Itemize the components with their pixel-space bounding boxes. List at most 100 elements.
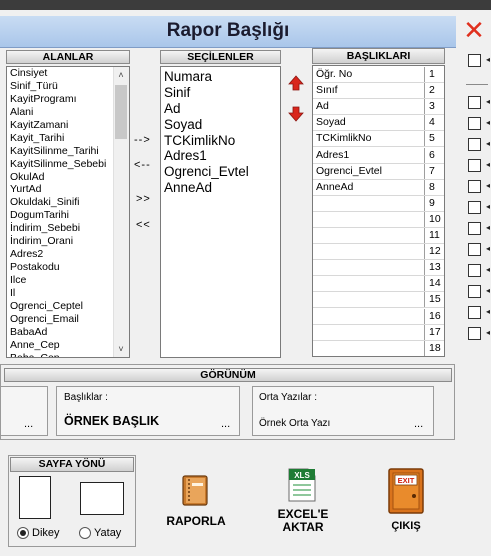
secilenler-listbox[interactable]: Numara Sinif Ad Soyad TCKimlikNo Adres1 Ogrenc… xyxy=(160,66,281,358)
dikey-radio[interactable] xyxy=(17,527,29,539)
heading-name-cell[interactable] xyxy=(313,244,425,260)
heading-name-cell[interactable]: Soyad xyxy=(313,115,425,131)
move-down-icon[interactable] xyxy=(288,106,304,122)
heading-name-cell[interactable] xyxy=(313,195,425,211)
move-up-icon[interactable] xyxy=(288,75,304,91)
heading-name-cell[interactable] xyxy=(313,228,425,244)
heading-name-cell[interactable] xyxy=(313,276,425,292)
heading-name-cell[interactable]: Sınıf xyxy=(313,83,425,99)
secilenler-item[interactable]: Numara xyxy=(161,69,280,85)
secilenler-item[interactable]: Sinif xyxy=(161,85,280,101)
row-checkbox[interactable] xyxy=(468,201,481,214)
table-row[interactable]: TCKimlikNo 5 xyxy=(313,131,444,148)
table-row[interactable]: Sınıf 2 xyxy=(313,83,444,100)
row-checkbox[interactable] xyxy=(468,264,481,277)
heading-name-cell[interactable]: Ogrenci_Evtel xyxy=(313,163,425,179)
alanlar-item[interactable]: Ilce xyxy=(7,274,129,287)
heading-name-cell[interactable]: Adres1 xyxy=(313,147,425,163)
secilenler-item[interactable]: AnneAd xyxy=(161,180,280,196)
row-checkbox[interactable] xyxy=(468,243,481,256)
alanlar-item[interactable]: Sinif_Türü xyxy=(7,80,129,93)
secilenler-item[interactable]: Adres1 xyxy=(161,148,280,164)
heading-name-cell[interactable]: Ad xyxy=(313,99,425,115)
alanlar-item[interactable]: Anne_Cep xyxy=(7,339,129,352)
left-ellipsis-button[interactable]: ... xyxy=(24,418,33,430)
heading-name-cell[interactable]: Öğr. No xyxy=(313,67,425,83)
alanlar-item[interactable]: YurtAd xyxy=(7,183,129,196)
alanlar-listbox[interactable]: Cinsiyet Sinif_Türü KayitProgramı Alani Kayi… xyxy=(6,66,130,358)
secilenler-item[interactable]: Soyad xyxy=(161,117,280,133)
table-row[interactable]: Adres1 6 xyxy=(313,147,444,164)
row-checkbox[interactable] xyxy=(468,306,481,319)
table-row[interactable]: 11 xyxy=(313,228,444,245)
scroll-down-icon[interactable]: ˅ xyxy=(115,343,127,355)
basliklar-ellipsis-button[interactable]: ... xyxy=(221,418,230,430)
table-row[interactable]: 16 xyxy=(313,308,444,325)
heading-name-cell[interactable] xyxy=(313,340,425,356)
heading-name-cell[interactable]: AnneAd xyxy=(313,179,425,195)
table-row[interactable]: Soyad 4 xyxy=(313,115,444,132)
raporla-button[interactable]: RAPORLA xyxy=(160,472,232,532)
row-checkbox[interactable] xyxy=(468,222,481,235)
alanlar-item[interactable]: Ogrenci_Email xyxy=(7,313,129,326)
secilenler-item[interactable]: TCKimlikNo xyxy=(161,133,280,149)
alanlar-item[interactable]: BabaAd xyxy=(7,326,129,339)
alanlar-item[interactable]: Baba_Cep xyxy=(7,352,129,357)
row-checkbox[interactable] xyxy=(468,138,481,151)
basliklari-grid[interactable]: Öğr. No 1 Sınıf 2 Ad 3 Soyad 4 TCKimlikNo 5 Adres1… xyxy=(312,65,445,357)
move-all-right-button[interactable]: >> xyxy=(136,193,151,205)
table-row[interactable]: 18 xyxy=(313,340,444,356)
table-row[interactable]: 10 xyxy=(313,211,444,228)
move-all-left-button[interactable]: << xyxy=(136,219,151,231)
landscape-page-icon[interactable] xyxy=(80,482,124,515)
close-icon[interactable]: ✕ xyxy=(462,17,486,43)
move-left-button[interactable]: <-- xyxy=(134,159,151,171)
scroll-up-icon[interactable]: ˄ xyxy=(115,69,127,81)
row-checkbox[interactable] xyxy=(468,180,481,193)
alanlar-scrollbar[interactable]: ˄ ˅ xyxy=(113,67,129,357)
table-row[interactable]: 9 xyxy=(313,195,444,212)
table-row[interactable]: 12 xyxy=(313,244,444,261)
alanlar-item[interactable]: Okuldaki_Sinifi xyxy=(7,196,129,209)
heading-name-cell[interactable] xyxy=(313,324,425,340)
heading-name-cell[interactable]: TCKimlikNo xyxy=(313,131,425,147)
alanlar-item[interactable]: İndirim_Sebebi xyxy=(7,222,129,235)
table-row[interactable]: Ogrenci_Evtel 7 xyxy=(313,163,444,180)
heading-name-cell[interactable] xyxy=(313,260,425,276)
alanlar-item[interactable]: Postakodu xyxy=(7,261,129,274)
table-row[interactable]: Ad 3 xyxy=(313,99,444,116)
alanlar-item[interactable]: KayitZamani xyxy=(7,119,129,132)
alanlar-item[interactable]: Adres2 xyxy=(7,248,129,261)
row-checkbox[interactable] xyxy=(468,327,481,340)
table-row[interactable]: 13 xyxy=(313,260,444,277)
cikis-button[interactable]: EXIT ÇIKIŞ xyxy=(378,466,434,536)
heading-name-cell[interactable] xyxy=(313,211,425,227)
excel-aktar-button[interactable]: XLS EXCEL'E AKTAR xyxy=(266,466,340,536)
table-row[interactable]: 17 xyxy=(313,324,444,341)
alanlar-item[interactable]: OkulAd xyxy=(7,171,129,184)
table-row[interactable]: 15 xyxy=(313,292,444,309)
row-checkbox[interactable] xyxy=(468,54,481,67)
orta-yazilar-ellipsis-button[interactable]: ... xyxy=(414,418,423,430)
row-checkbox[interactable] xyxy=(468,96,481,109)
alanlar-item[interactable]: Ogrenci_Ceptel xyxy=(7,300,129,313)
table-row[interactable]: AnneAd 8 xyxy=(313,179,444,196)
alanlar-item[interactable]: KayitSilinme_Sebebi xyxy=(7,158,129,171)
secilenler-item[interactable]: Ogrenci_Evtel xyxy=(161,164,280,180)
table-row[interactable]: 14 xyxy=(313,276,444,293)
scroll-thumb[interactable] xyxy=(115,85,127,139)
move-right-button[interactable]: --> xyxy=(134,134,151,146)
alanlar-item[interactable]: Alani xyxy=(7,106,129,119)
table-row[interactable]: Öğr. No 1 xyxy=(313,67,444,84)
portrait-page-icon[interactable] xyxy=(19,476,51,519)
heading-name-cell[interactable] xyxy=(313,292,425,308)
alanlar-item[interactable]: KayitProgramı xyxy=(7,93,129,106)
row-checkbox[interactable] xyxy=(468,117,481,130)
alanlar-item[interactable]: KayitSilinme_Tarihi xyxy=(7,145,129,158)
heading-name-cell[interactable] xyxy=(313,308,425,324)
alanlar-item[interactable]: Cinsiyet xyxy=(7,67,129,80)
yatay-radio[interactable] xyxy=(79,527,91,539)
row-checkbox[interactable] xyxy=(468,285,481,298)
secilenler-item[interactable]: Ad xyxy=(161,101,280,117)
alanlar-item[interactable]: Kayit_Tarihi xyxy=(7,132,129,145)
